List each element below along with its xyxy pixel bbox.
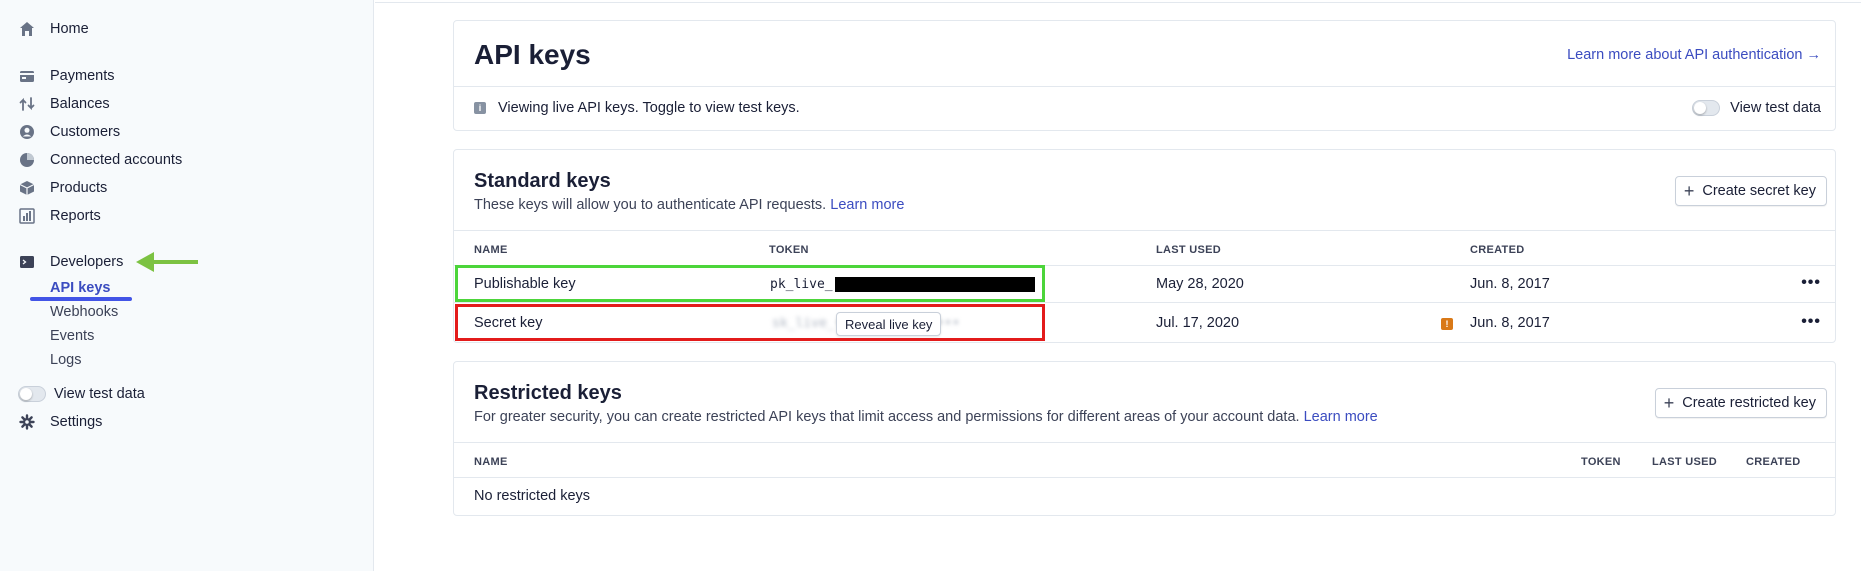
nav-settings-label: Settings <box>50 414 103 430</box>
restricted-keys-description: For greater security, you can create res… <box>474 409 1378 425</box>
header-divider <box>454 86 1835 87</box>
restricted-table-divider <box>454 442 1835 443</box>
publishable-key-last-used: May 28, 2020 <box>1156 276 1244 292</box>
create-restricted-key-label: Create restricted key <box>1682 395 1816 411</box>
nav-logs[interactable]: Logs <box>50 350 81 370</box>
sidebar-view-test-data[interactable]: View test data <box>18 383 145 405</box>
restricted-keys-learn-more-link[interactable]: Learn more <box>1304 409 1378 425</box>
publishable-key-more-icon[interactable]: ••• <box>1801 274 1821 292</box>
warning-icon: ! <box>1441 318 1453 330</box>
nav-reports-label: Reports <box>50 208 101 224</box>
restricted-keys-desc-text: For greater security, you can create res… <box>474 409 1300 425</box>
nav-connected-accounts-label: Connected accounts <box>50 152 183 168</box>
view-test-data-label: View test data <box>1730 100 1821 116</box>
page-title: API keys <box>474 39 591 70</box>
info-icon: i <box>474 102 486 114</box>
restricted-col-token: TOKEN <box>1581 456 1621 468</box>
nav-payments[interactable]: Payments <box>18 65 114 87</box>
balances-icon <box>18 95 36 113</box>
restricted-keys-title: Restricted keys <box>474 382 622 404</box>
active-nav-underline <box>30 297 132 301</box>
plus-icon: + <box>1663 393 1675 413</box>
nav-events[interactable]: Events <box>50 326 94 346</box>
terminal-icon <box>18 253 36 271</box>
connected-accounts-icon <box>18 151 36 169</box>
plus-icon: + <box>1683 181 1695 201</box>
nav-balances-label: Balances <box>50 96 110 112</box>
publishable-key-created: Jun. 8, 2017 <box>1470 276 1550 292</box>
nav-developers[interactable]: Developers <box>18 251 123 273</box>
create-secret-key-label: Create secret key <box>1702 183 1816 199</box>
standard-keys-learn-more-link[interactable]: Learn more <box>830 197 904 213</box>
top-divider <box>375 2 1861 3</box>
nav-balances[interactable]: Balances <box>18 93 110 115</box>
nav-home[interactable]: Home <box>18 18 89 40</box>
nav-payments-label: Payments <box>50 68 115 84</box>
restricted-col-name: NAME <box>474 456 508 468</box>
col-name: NAME <box>474 244 508 256</box>
secret-key-more-icon[interactable]: ••• <box>1801 313 1821 331</box>
create-secret-key-button[interactable]: + Create secret key <box>1674 176 1827 206</box>
api-keys-header-card: API keys Learn more about API authentica… <box>453 20 1836 131</box>
secret-key-created: Jun. 8, 2017 <box>1470 315 1550 331</box>
nav-customers-label: Customers <box>50 124 121 140</box>
no-restricted-keys-text: No restricted keys <box>474 488 591 504</box>
products-box-icon <box>18 179 36 197</box>
restricted-keys-card: Restricted keys For greater security, yo… <box>453 361 1836 516</box>
standard-keys-description: These keys will allow you to authenticat… <box>474 197 904 213</box>
test-data-toggle[interactable] <box>18 386 46 402</box>
payments-icon <box>18 67 36 85</box>
nav-products-label: Products <box>50 180 108 196</box>
view-test-data-toggle[interactable]: View test data <box>1692 100 1821 116</box>
nav-home-label: Home <box>50 21 89 37</box>
nav-products[interactable]: Products <box>18 177 107 199</box>
learn-more-api-auth-link[interactable]: Learn more about API authentication → <box>1567 47 1821 63</box>
secret-key-last-used: Jul. 17, 2020 <box>1156 315 1240 331</box>
restricted-col-created: CREATED <box>1746 456 1801 468</box>
info-text: Viewing live API keys. Toggle to view te… <box>498 100 800 116</box>
gear-icon <box>18 413 36 431</box>
toggle-switch[interactable] <box>1692 100 1721 116</box>
nav-connected-accounts[interactable]: Connected accounts <box>18 149 182 171</box>
sidebar-view-test-data-label: View test data <box>54 386 145 402</box>
customer-icon <box>18 123 36 141</box>
table-divider <box>454 230 1835 231</box>
annotation-arrow-icon <box>136 252 198 272</box>
create-restricted-key-button[interactable]: + Create restricted key <box>1654 388 1827 418</box>
secret-key-highlight-box <box>455 304 1045 341</box>
publishable-key-highlight-box <box>455 265 1045 302</box>
restricted-col-last-used: LAST USED <box>1652 456 1718 468</box>
nav-reports[interactable]: Reports <box>18 205 101 227</box>
live-keys-info: i Viewing live API keys. Toggle to view … <box>474 100 800 116</box>
col-last-used: LAST USED <box>1156 244 1222 256</box>
standard-keys-card: Standard keys These keys will allow you … <box>453 149 1836 343</box>
row-divider <box>454 302 1835 303</box>
standard-keys-desc-text: These keys will allow you to authenticat… <box>474 197 827 213</box>
col-created: CREATED <box>1470 244 1525 256</box>
col-token: TOKEN <box>769 244 809 256</box>
nav-webhooks[interactable]: Webhooks <box>50 302 118 322</box>
nav-developers-label: Developers <box>50 254 124 270</box>
nav-customers[interactable]: Customers <box>18 121 120 143</box>
nav-settings[interactable]: Settings <box>18 411 102 433</box>
home-icon <box>18 20 36 38</box>
restricted-header-row-divider <box>454 477 1835 478</box>
reports-chart-icon <box>18 207 36 225</box>
nav-api-keys[interactable]: API keys <box>50 278 110 298</box>
sidebar: Home Payments Balances Customers Connect… <box>0 0 374 571</box>
standard-keys-title: Standard keys <box>474 170 611 192</box>
